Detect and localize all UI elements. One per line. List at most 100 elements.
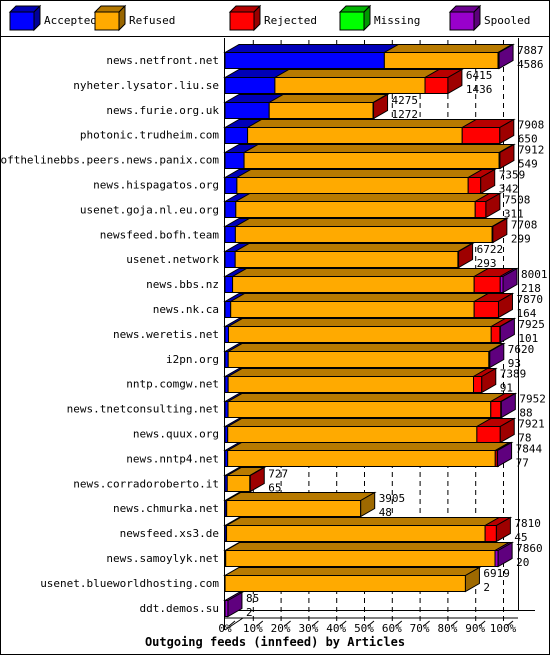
bar-refused xyxy=(226,525,486,542)
accepted-label: 4586 xyxy=(517,58,544,71)
total-label: 7908 xyxy=(518,119,545,132)
bar-refused-top xyxy=(230,268,491,277)
x-tick-label: 0% xyxy=(218,622,232,635)
legend-swatch-spooled xyxy=(449,11,475,31)
feed-label: ddt.demos.su xyxy=(140,602,219,615)
x-tick-label: 70% xyxy=(410,622,430,635)
bar-refused-top xyxy=(226,343,505,352)
total-label: 7508 xyxy=(504,193,531,206)
total-label: 7389 xyxy=(500,368,527,381)
legend-swatch-refused xyxy=(94,11,120,31)
bar-rejected xyxy=(476,426,501,443)
innfeed-bar-chart: Accepted Refused Rejected Missing Spooled new… xyxy=(0,0,550,655)
feed-label: news.quux.org xyxy=(133,428,219,441)
bar-refused xyxy=(225,550,496,567)
bar-refused xyxy=(224,575,466,592)
total-label: 7620 xyxy=(508,343,535,356)
bar-accepted xyxy=(224,102,270,119)
bar-refused xyxy=(227,351,490,368)
bar-refused-top xyxy=(224,517,501,526)
bar-rejected xyxy=(473,301,499,318)
feed-label: newsfeed.bofh.team xyxy=(100,228,220,241)
bar-refused-top xyxy=(233,243,474,252)
legend-label-missing: Missing xyxy=(374,14,420,27)
bar-refused xyxy=(234,251,459,268)
total-label: 7870 xyxy=(516,293,543,306)
bar-rejected xyxy=(472,376,483,393)
feed-label: news.bbs.nz xyxy=(146,278,219,291)
bar-accepted xyxy=(224,326,230,343)
total-label: 85 xyxy=(246,592,259,605)
accepted-label: 91 xyxy=(500,382,513,395)
bar-refused-top xyxy=(233,193,492,202)
x-tick-label: 90% xyxy=(465,622,485,635)
bar-rejected xyxy=(490,326,501,343)
bar-refused-top xyxy=(226,393,507,402)
total-label: 7925 xyxy=(518,318,545,331)
legend-swatch-accepted xyxy=(9,11,35,31)
x-tick-label: 10% xyxy=(243,622,263,635)
total-label: 7952 xyxy=(519,393,546,406)
x-tick-label: 20% xyxy=(271,622,291,635)
total-label: 3905 xyxy=(379,492,406,505)
bar-refused-top xyxy=(223,567,482,576)
bar-refused xyxy=(247,127,463,144)
total-label: 8001 xyxy=(521,268,548,281)
bar-refused-top xyxy=(245,119,479,128)
total-label: 7912 xyxy=(518,144,545,157)
feed-label: news.tnetconsulting.net xyxy=(67,403,219,416)
bar-refused-top xyxy=(224,492,377,501)
legend-label-refused: Refused xyxy=(129,14,175,27)
feed-label: newsfeed.xs3.de xyxy=(120,527,219,540)
feed-label: usenet.blueworldhosting.com xyxy=(40,577,219,590)
bar-refused-top xyxy=(226,318,508,327)
bar-rejected xyxy=(474,201,487,218)
accepted-label: 77 xyxy=(516,456,529,469)
total-label: 727 xyxy=(268,467,288,480)
bar-refused xyxy=(227,401,492,418)
bar-refused xyxy=(268,102,374,119)
total-label: 7921 xyxy=(518,418,545,431)
bar-refused-top xyxy=(242,144,516,153)
bar-refused xyxy=(227,376,474,393)
bar-refused-top xyxy=(273,69,441,78)
accepted-label: 2 xyxy=(246,606,253,619)
bar-accepted xyxy=(224,226,236,243)
bar-rejected xyxy=(461,127,501,144)
legend-label-rejected: Rejected xyxy=(264,14,317,27)
feed-label: endofthelinebbs.peers.news.panix.com xyxy=(0,154,219,167)
feed-label: usenet.goja.nl.eu.org xyxy=(80,203,219,216)
bar-refused-top xyxy=(235,169,485,178)
total-label: 6722 xyxy=(477,243,504,256)
bar-accepted xyxy=(224,177,238,194)
bar-refused-top xyxy=(225,442,512,451)
bar-rejected xyxy=(490,401,502,418)
feed-label: usenet.network xyxy=(126,253,219,266)
total-label: 7708 xyxy=(511,218,538,231)
total-label: 4275 xyxy=(392,94,419,107)
bar-refused xyxy=(274,77,426,94)
feed-label: news.corradoroberto.it xyxy=(73,477,219,490)
feed-label: news.samoylyk.net xyxy=(106,552,219,565)
accepted-label: 1436 xyxy=(466,83,493,96)
bar-accepted xyxy=(224,127,249,144)
bar-accepted xyxy=(224,52,385,69)
feed-label: news.hispagatos.org xyxy=(93,179,219,192)
bar-refused xyxy=(228,326,492,343)
bar-refused xyxy=(243,152,500,169)
bar-refused-top xyxy=(267,94,389,103)
bar-refused xyxy=(227,426,478,443)
x-tick-label: 100% xyxy=(490,622,517,635)
bar-refused xyxy=(226,500,362,517)
x-tick-label: 50% xyxy=(354,622,374,635)
x-tick-label: 80% xyxy=(437,622,457,635)
legend-label-accepted: Accepted xyxy=(44,14,97,27)
feed-label: photonic.trudheim.com xyxy=(80,129,219,142)
feed-label: nntp.comgw.net xyxy=(126,378,219,391)
total-label: 7887 xyxy=(517,44,544,57)
total-label: 6415 xyxy=(466,69,493,82)
x-tick-label: 60% xyxy=(382,622,402,635)
feed-label: news.weretis.net xyxy=(113,328,219,341)
bar-refused xyxy=(234,226,493,243)
x-axis-title: Outgoing feeds (innfeed) by Articles xyxy=(145,635,405,649)
